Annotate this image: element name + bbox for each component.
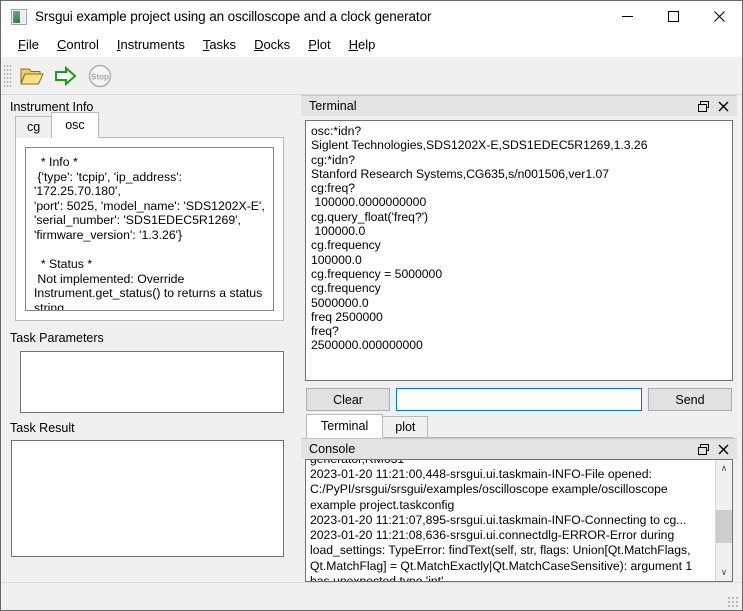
menu-item-help[interactable]: Help [340,34,385,55]
terminal-dock-title: Terminal [309,99,357,113]
window-controls [604,1,742,32]
console-close-button[interactable] [713,440,733,458]
terminal-float-button[interactable] [693,97,713,115]
minimize-button[interactable] [604,1,650,32]
folder-open-icon [20,68,44,84]
float-icon [697,443,709,455]
console-log-line: 2023-01-20 11:21:00,448-srsgui.ui.taskma… [310,467,668,512]
console-dock: Console 2023-01-20 11:21:00,448-srsgui.u… [301,438,737,582]
toolbar: Stop [1,57,742,95]
window-title: Srsgui example project using an oscillos… [35,9,432,24]
console-scroll-thumb[interactable] [715,510,732,544]
svg-text:Stop: Stop [91,72,109,81]
menu-item-plot[interactable]: Plot [299,34,339,55]
console-top-partial-line: generator,RM031 [310,460,712,467]
status-bar [1,582,742,610]
instrument-info-text: * Info * {'type': 'tcpip', 'ip_address':… [25,147,274,311]
menu-bar: File Control Instruments Tasks Docks Plo… [1,32,742,57]
instrument-info-label: Instrument Info [10,100,94,114]
menu-item-instruments[interactable]: Instruments [108,34,194,55]
task-result-box[interactable] [11,440,284,557]
stop-icon: Stop [88,64,112,87]
instrument-tabbar: cg osc [15,112,301,138]
right-dock-area: Terminal osc:*idn? Siglent Technologies,… [301,95,742,582]
close-button[interactable] [696,1,742,32]
console-log[interactable]: generator,RM031 2023-01-20 11:21:00,448-… [306,460,715,581]
close-icon [718,444,728,454]
scroll-up-button[interactable]: ∧ [716,460,733,477]
console-float-button[interactable] [693,440,713,458]
left-panel: Instrument Info cg osc * Info * {'type':… [1,95,301,582]
title-bar: Srsgui example project using an oscillos… [1,1,742,32]
menu-item-control[interactable]: Control [48,34,108,55]
green-arrow-icon [55,65,77,86]
terminal-controls: Clear Send [305,381,733,416]
console-scroll-track[interactable] [715,477,732,564]
task-parameters-label: Task Parameters [10,331,104,345]
task-result-label: Task Result [10,421,75,435]
toolbar-grip[interactable] [4,62,12,89]
console-body: generator,RM031 2023-01-20 11:21:00,448-… [305,459,733,582]
open-file-button[interactable] [15,60,49,92]
terminal-dock: Terminal osc:*idn? Siglent Technologies,… [301,95,737,438]
console-log-line: 2023-01-20 11:21:08,636-srsgui.ui.connec… [310,528,693,581]
instrument-tab-pane: * Info * {'type': 'tcpip', 'ip_address':… [15,137,284,321]
console-dock-title: Console [309,442,356,456]
scroll-down-button[interactable]: ∨ [716,564,733,581]
terminal-content: osc:*idn? Siglent Technologies,SDS1202X-… [301,116,737,438]
resize-grip[interactable] [726,595,739,608]
terminal-close-button[interactable] [713,97,733,115]
app-icon [11,8,27,25]
stop-task-button[interactable]: Stop [83,60,117,92]
console-scrollbar[interactable]: ∧ ∨ [715,460,732,581]
run-task-button[interactable] [49,60,83,92]
app-window: Srsgui example project using an oscillos… [0,0,743,611]
terminal-command-input[interactable] [396,388,642,411]
maximize-button[interactable] [650,1,696,32]
close-icon [718,101,728,111]
console-log-line: 2023-01-20 11:21:07,895-srsgui.ui.taskma… [310,512,687,527]
tab-terminal[interactable]: Terminal [306,414,384,438]
tab-osc[interactable]: osc [51,112,99,138]
tab-plot[interactable]: plot [382,416,429,437]
terminal-bottom-tabs: Terminal plot [305,414,733,438]
console-dock-titlebar: Console [301,438,737,459]
main-body: Instrument Info cg osc * Info * {'type':… [1,95,742,582]
task-parameters-box[interactable] [20,351,284,413]
clear-button[interactable]: Clear [306,388,390,411]
menu-item-file[interactable]: File [9,34,48,55]
float-icon [697,100,709,112]
send-button[interactable]: Send [648,388,732,411]
tab-cg[interactable]: cg [15,116,53,138]
terminal-output[interactable]: osc:*idn? Siglent Technologies,SDS1202X-… [305,120,733,381]
menu-item-docks[interactable]: Docks [245,34,299,55]
terminal-dock-titlebar: Terminal [301,95,737,116]
menu-item-tasks[interactable]: Tasks [194,34,245,55]
